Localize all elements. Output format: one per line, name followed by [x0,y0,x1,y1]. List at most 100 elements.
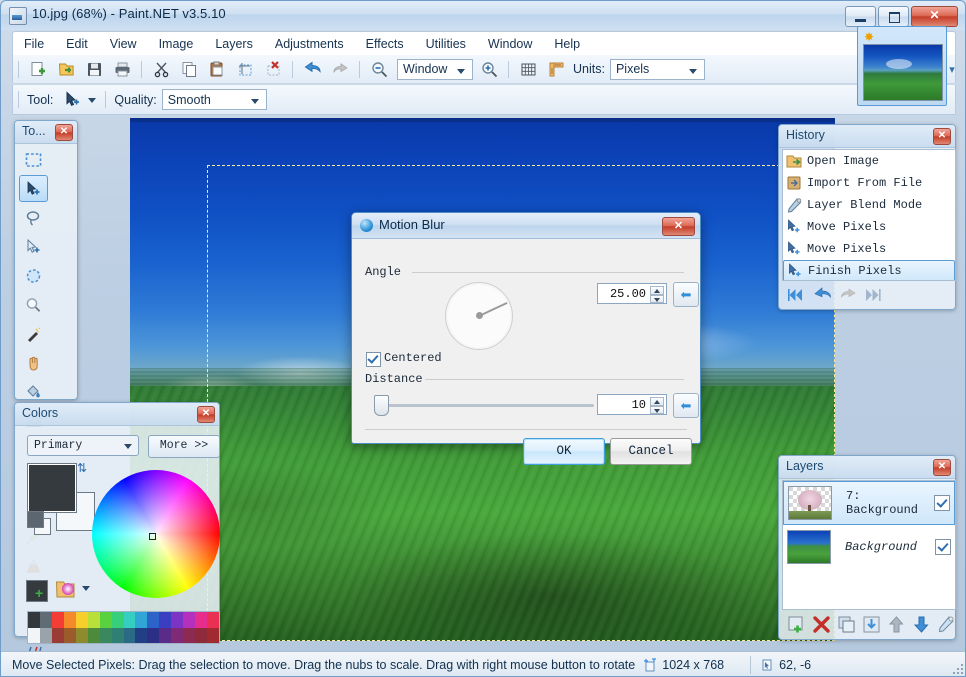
palette-swatch[interactable] [147,612,160,628]
palette-swatch[interactable] [147,627,160,643]
close-button[interactable]: ✕ [911,6,958,27]
palette-swatch[interactable] [123,627,136,643]
palette-swatch[interactable] [28,612,40,628]
colors-palette-close-button[interactable]: ✕ [197,406,215,423]
menu-window[interactable]: Window [477,34,543,54]
history-list[interactable]: Open Image Import From File Layer Blend … [782,149,956,281]
grid-icon[interactable] [515,57,541,81]
menu-view[interactable]: View [99,34,148,54]
palette-file-icon[interactable] [55,579,77,600]
zoom-out-icon[interactable] [366,57,392,81]
menu-effects[interactable]: Effects [355,34,415,54]
palette-row-2[interactable] [28,627,219,643]
layer-visibility-checkbox[interactable] [935,539,951,555]
angle-spinner-down[interactable] [650,294,664,303]
angle-reset-button[interactable]: ⬅ [673,282,699,307]
palette-swatch[interactable] [207,627,219,643]
reset-colors-primary-icon[interactable] [27,511,44,528]
quality-combo[interactable]: Smooth [161,89,267,110]
distance-slider-thumb[interactable] [374,395,389,416]
angle-input[interactable]: 25.00 [597,283,667,304]
menu-help[interactable]: Help [543,34,591,54]
redo-icon[interactable] [327,57,353,81]
centered-checkbox[interactable] [366,352,381,367]
palette-swatch[interactable] [51,627,64,643]
angle-spinner[interactable] [650,286,664,303]
delete-layer-icon[interactable] [812,615,831,634]
palette-swatch[interactable] [183,627,196,643]
palette-swatch[interactable] [99,627,112,643]
move-selected-pixels-icon[interactable] [19,175,48,202]
resize-grip[interactable] [951,662,963,674]
palette-swatch[interactable] [183,612,196,628]
paste-icon[interactable] [204,57,230,81]
history-item[interactable]: Move Pixels [783,238,955,260]
palette-swatch[interactable] [159,612,172,628]
rulers-icon[interactable] [543,57,569,81]
layers-palette-close-button[interactable]: ✕ [933,459,951,476]
new-icon[interactable] [25,57,51,81]
dialog-title-bar[interactable]: Motion Blur ✕ [352,213,700,239]
zoom-level-combo[interactable]: Window [397,58,473,80]
menu-layers[interactable]: Layers [204,34,264,54]
undo-icon[interactable] [813,287,831,303]
history-palette-close-button[interactable]: ✕ [933,128,951,145]
add-color-to-palette-icon[interactable] [26,580,48,602]
palette-file-dropdown-icon[interactable] [82,586,90,591]
palette-swatch[interactable] [39,612,52,628]
tools-palette-header[interactable]: To... ✕ [15,121,77,144]
history-item[interactable]: Import From File [783,172,955,194]
colors-palette-header[interactable]: Colors ✕ [15,403,219,426]
palette-swatch[interactable] [63,627,76,643]
palette-swatch[interactable] [111,627,124,643]
lasso-select-icon[interactable] [19,204,48,231]
image-thumbnail-strip[interactable]: ✸ [857,26,947,106]
distance-spinner-down[interactable] [650,405,664,414]
history-item-selected[interactable]: Finish Pixels [783,260,955,280]
magic-wand-icon[interactable] [19,320,48,347]
layer-list[interactable]: 7: Background Background [782,480,956,610]
which-color-combo[interactable]: Primary [27,435,139,456]
palette-swatch[interactable] [195,612,208,628]
layers-palette-header[interactable]: Layers ✕ [779,456,955,479]
add-new-layer-icon[interactable] [787,615,806,634]
menu-utilities[interactable]: Utilities [415,34,477,54]
palette-swatch[interactable] [135,612,148,628]
pan-icon[interactable] [19,349,48,376]
print-icon[interactable] [109,57,135,81]
current-tool-icon[interactable] [59,88,85,112]
palette-swatch[interactable] [63,612,76,628]
menu-file[interactable]: File [13,34,55,54]
deselect-icon[interactable] [260,57,286,81]
more-colors-button[interactable]: More >> [148,435,220,458]
distance-input[interactable]: 10 [597,394,667,415]
primary-color-swatch[interactable] [27,463,77,513]
layer-visibility-checkbox[interactable] [934,495,950,511]
paint-bucket-icon[interactable] [19,378,48,405]
ok-button[interactable]: OK [523,438,605,465]
crop-to-selection-icon[interactable] [232,57,258,81]
zoom-in-icon[interactable] [476,57,502,81]
distance-reset-button[interactable]: ⬅ [673,393,699,418]
palette-swatch[interactable] [159,627,172,643]
menu-image[interactable]: Image [148,34,205,54]
move-selection-icon[interactable] [19,233,48,260]
color-palette-strip[interactable] [27,611,220,644]
image-thumbnail[interactable] [863,44,943,101]
color-wheel[interactable] [92,470,220,598]
palette-swatch[interactable] [75,627,88,643]
angle-spinner-up[interactable] [650,286,664,295]
palette-swatch[interactable] [171,627,184,643]
distance-spinner[interactable] [650,397,664,414]
tool-dropdown-button[interactable] [86,90,100,110]
rectangle-select-icon[interactable] [19,146,48,173]
palette-swatch[interactable] [75,612,88,628]
copy-icon[interactable] [176,57,202,81]
units-combo[interactable]: Pixels [609,58,705,80]
menu-edit[interactable]: Edit [55,34,99,54]
palette-swatch[interactable] [123,612,136,628]
menu-adjustments[interactable]: Adjustments [264,34,355,54]
palette-swatch[interactable] [111,612,124,628]
swap-colors-icon[interactable]: ⇅ [77,461,87,475]
cancel-button[interactable]: Cancel [610,438,692,465]
